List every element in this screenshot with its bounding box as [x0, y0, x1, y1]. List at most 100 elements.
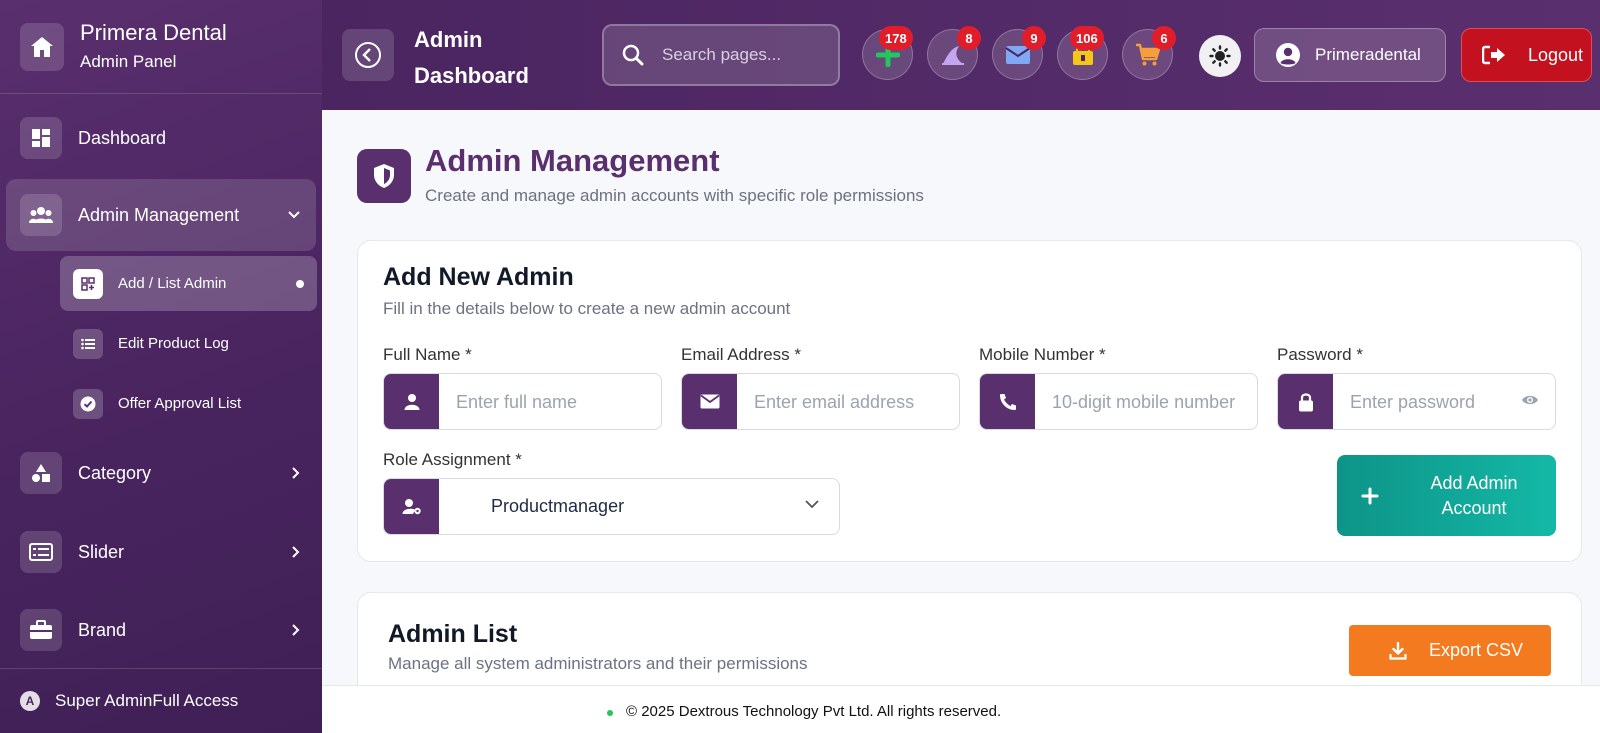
shapes-icon	[20, 452, 62, 494]
envelope-icon	[682, 374, 737, 429]
sidebar-subitem-label: Edit Product Log	[118, 335, 229, 352]
chevron-right-icon	[292, 546, 300, 558]
notification-badge: 106	[1070, 26, 1104, 50]
user-circle-icon	[1275, 42, 1301, 68]
mobile-input[interactable]	[1052, 388, 1252, 416]
chevron-right-icon	[292, 467, 300, 479]
notification-button-orders[interactable]: 106	[1057, 26, 1108, 80]
role-select-value: Productmanager	[491, 496, 625, 516]
full-name-field	[383, 373, 662, 430]
notification-badge: 178	[879, 26, 913, 50]
admin-list-title: Admin List	[388, 620, 518, 648]
notification-button-plus[interactable]: 178	[862, 26, 913, 80]
notification-badge: 9	[1022, 26, 1046, 50]
sidebar-subitem-label: Add / List Admin	[118, 275, 227, 292]
email-input[interactable]	[754, 388, 949, 416]
sidebar-subitem-add-list-admin[interactable]: Add / List Admin	[60, 256, 317, 311]
users-icon	[20, 194, 62, 236]
sidebar-brand: Primera Dental Admin Panel	[0, 0, 322, 94]
notification-badge: 8	[957, 26, 981, 50]
active-indicator	[296, 279, 304, 288]
logout-label: Logout	[1528, 44, 1584, 65]
role-select[interactable]: Productmanager	[383, 478, 840, 535]
user-name: Primeradental	[1315, 45, 1421, 64]
sidebar-item-slider[interactable]: Slider	[6, 516, 316, 588]
role-badge: A	[20, 691, 40, 711]
export-csv-label: Export CSV	[1429, 640, 1524, 660]
theme-toggle-button[interactable]	[1199, 35, 1241, 77]
back-button[interactable]	[342, 29, 394, 81]
page-subtitle: Create and manage admin accounts with sp…	[425, 186, 924, 205]
chevron-down-icon	[805, 500, 819, 509]
mobile-field	[979, 373, 1258, 430]
email-field	[681, 373, 960, 430]
chevron-right-icon	[292, 624, 300, 636]
chevron-down-icon	[288, 211, 300, 219]
sidebar-item-label: Category	[78, 462, 152, 483]
sidebar-item-admin-management[interactable]: Admin Management	[6, 179, 316, 251]
notification-button-messages[interactable]: 9	[992, 26, 1046, 80]
sidebar-footer: A Super AdminFull Access	[0, 668, 322, 733]
search-box[interactable]	[602, 24, 840, 86]
sidebar-item-label: Brand	[78, 619, 127, 640]
password-label: Password *	[1277, 345, 1363, 364]
password-field	[1277, 373, 1556, 430]
notification-button-shark-fin[interactable]: 8	[927, 26, 981, 80]
search-icon	[622, 44, 644, 66]
sidebar-item-category[interactable]: Category	[6, 437, 316, 509]
user-icon	[384, 374, 439, 429]
sun-icon	[1209, 45, 1231, 67]
notification-button-cart[interactable]: 6	[1122, 26, 1176, 80]
slider-icon	[20, 531, 62, 573]
role-label: Role Assignment *	[383, 450, 522, 469]
page-footer: © 2025 Dextrous Technology Pvt Ltd. All …	[322, 685, 1600, 733]
sidebar-subitem-edit-product-log[interactable]: Edit Product Log	[60, 316, 317, 371]
list-icon	[73, 328, 103, 359]
full-name-input[interactable]	[456, 388, 646, 416]
status-dot	[607, 710, 613, 716]
sidebar: Primera Dental Admin Panel Dashboard Adm…	[0, 0, 322, 733]
dashboard-icon	[20, 117, 62, 159]
sidebar-subitem-label: Offer Approval List	[118, 395, 242, 412]
sidebar-item-label: Admin Management	[78, 204, 240, 225]
email-label: Email Address *	[681, 345, 801, 364]
brand-title: Primera Dental	[80, 20, 227, 45]
logout-icon	[1482, 45, 1506, 65]
sidebar-item-label: Dashboard	[78, 127, 167, 148]
chevron-left-circle-icon	[355, 42, 381, 68]
page-title: Admin Management	[425, 143, 720, 178]
sidebar-item-brand[interactable]: Brand	[6, 594, 316, 666]
download-icon	[1389, 641, 1407, 660]
admin-list-subtitle: Manage all system administrators and the…	[388, 654, 808, 673]
full-name-label: Full Name *	[383, 345, 472, 364]
sidebar-subitem-offer-approval-list[interactable]: Offer Approval List	[60, 376, 317, 431]
header-title: Admin Dashboard	[414, 27, 529, 88]
check-circle-icon	[73, 388, 103, 419]
qr-add-icon	[73, 268, 103, 299]
top-header: Admin Dashboard 178 8 9 106 6	[322, 0, 1600, 110]
add-admin-account-label: Add Admin Account	[1430, 472, 1518, 518]
sidebar-item-label: Slider	[78, 541, 125, 562]
home-icon[interactable]	[20, 23, 64, 71]
add-admin-account-button[interactable]: Add Admin Account	[1337, 455, 1556, 536]
briefcase-icon	[20, 609, 62, 651]
eye-icon[interactable]	[1521, 393, 1539, 407]
notification-badge: 6	[1152, 26, 1176, 50]
password-input[interactable]	[1350, 388, 1510, 416]
mobile-label: Mobile Number *	[979, 345, 1106, 364]
logout-button[interactable]: Logout	[1461, 28, 1592, 82]
sidebar-item-dashboard[interactable]: Dashboard	[6, 102, 316, 174]
role-label: Super AdminFull Access	[55, 691, 239, 710]
copyright-text: © 2025 Dextrous Technology Pvt Ltd. All …	[626, 703, 1002, 720]
add-admin-subtitle: Fill in the details below to create a ne…	[383, 299, 791, 318]
add-admin-title: Add New Admin	[383, 263, 574, 291]
brand-subtitle: Admin Panel	[80, 52, 177, 71]
search-input[interactable]	[662, 40, 832, 70]
phone-icon	[980, 374, 1035, 429]
shield-icon	[357, 149, 411, 203]
lock-icon	[1278, 374, 1333, 429]
plus-icon	[1361, 487, 1379, 505]
user-profile-button[interactable]: Primeradental	[1254, 28, 1446, 82]
user-cog-icon	[384, 479, 439, 534]
export-csv-button[interactable]: Export CSV	[1349, 625, 1551, 676]
